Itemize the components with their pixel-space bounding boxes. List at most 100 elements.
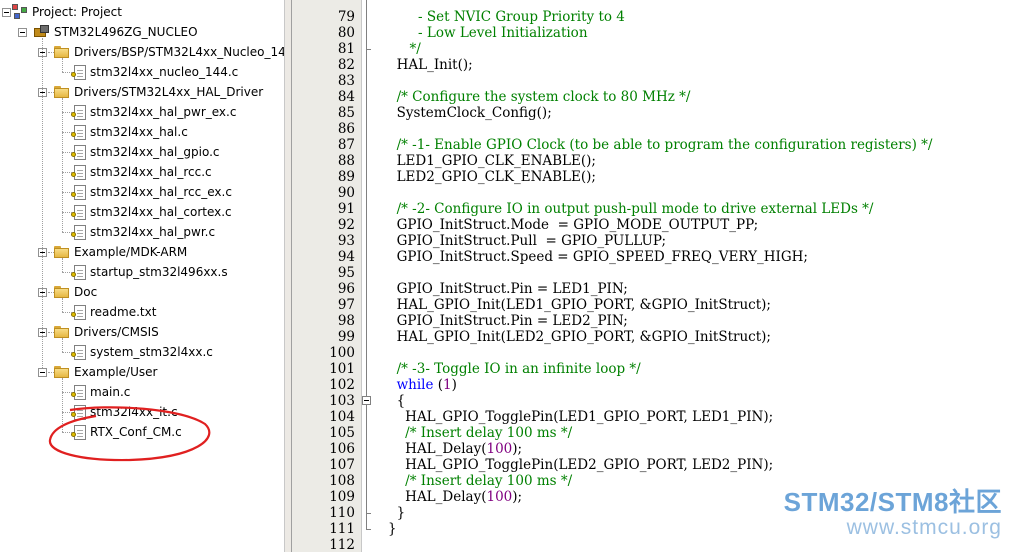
c-source-file-icon <box>71 164 86 180</box>
code-line[interactable]: { <box>388 393 406 409</box>
code-token: /* Configure the system clock to 80 MHz … <box>388 89 691 105</box>
line-number: 101 <box>329 361 355 377</box>
tree-file[interactable]: stm32l4xx_hal.c <box>71 122 188 142</box>
code-line[interactable]: HAL_GPIO_TogglePin(LED1_GPIO_PORT, LED1_… <box>388 409 773 425</box>
line-number: 82 <box>337 57 355 73</box>
code-line[interactable]: - Low Level Initialization <box>388 25 587 41</box>
c-source-file-icon <box>71 404 86 420</box>
tree-file[interactable]: stm32l4xx_hal_rcc_ex.c <box>71 182 232 202</box>
tree-guide-line <box>62 152 72 153</box>
project-tree-panel: Project: Project STM32L496ZG_NUCLEO Driver… <box>0 0 284 552</box>
fold-toggle-icon[interactable] <box>362 396 371 405</box>
tree-file[interactable]: main.c <box>71 382 130 402</box>
fold-end-mark <box>366 529 371 530</box>
collapse-toggle-icon[interactable] <box>18 28 27 37</box>
target-icon <box>34 25 50 39</box>
code-line[interactable]: HAL_GPIO_Init(LED1_GPIO_PORT, &GPIO_Init… <box>388 297 771 313</box>
tree-group[interactable]: Doc <box>54 282 97 302</box>
code-line[interactable]: while (1) <box>388 377 457 393</box>
code-line[interactable]: HAL_GPIO_TogglePin(LED2_GPIO_PORT, LED2_… <box>388 457 773 473</box>
code-line[interactable]: SystemClock_Config(); <box>388 105 552 121</box>
tree-guide-line <box>42 38 43 368</box>
code-line[interactable]: /* -3- Toggle IO in an infinite loop */ <box>388 361 641 377</box>
fold-line <box>366 405 367 513</box>
tree-target[interactable]: STM32L496ZG_NUCLEO <box>34 22 198 42</box>
code-line[interactable]: } <box>388 505 406 521</box>
tree-group[interactable]: Drivers/STM32L4xx_HAL_Driver <box>54 82 263 102</box>
tree-item-label: stm32l4xx_hal_rcc.c <box>90 165 212 179</box>
code-line[interactable]: GPIO_InitStruct.Speed = GPIO_SPEED_FREQ_… <box>388 249 808 265</box>
tree-item-label: stm32l4xx_hal_gpio.c <box>90 145 220 159</box>
tree-file[interactable]: stm32l4xx_hal_cortex.c <box>71 202 232 222</box>
line-number: 83 <box>337 73 355 89</box>
code-line[interactable]: HAL_Init(); <box>388 57 473 73</box>
tree-group[interactable]: Example/User <box>54 362 157 382</box>
collapse-toggle-icon[interactable] <box>2 8 11 17</box>
line-number: 97 <box>337 297 355 313</box>
code-line[interactable]: GPIO_InitStruct.Pull = GPIO_PULLUP; <box>388 233 666 249</box>
tree-group[interactable]: Drivers/BSP/STM32L4xx_Nucleo_144 <box>54 42 284 62</box>
line-number: 104 <box>329 409 355 425</box>
tree-guide-line <box>62 312 72 313</box>
line-number: 110 <box>329 505 355 521</box>
code-line[interactable]: GPIO_InitStruct.Pin = LED1_PIN; <box>388 281 628 297</box>
c-source-file-icon <box>71 144 86 160</box>
code-line[interactable]: HAL_Delay(100); <box>388 441 522 457</box>
tree-item-label: Example/MDK-ARM <box>74 245 188 259</box>
code-line[interactable]: GPIO_InitStruct.Mode = GPIO_MODE_OUTPUT_… <box>388 217 759 233</box>
tree-file[interactable]: system_stm32l4xx.c <box>71 342 213 362</box>
tree-guide-line <box>62 338 63 352</box>
tree-group[interactable]: Drivers/CMSIS <box>54 322 159 342</box>
collapse-toggle-icon[interactable] <box>38 368 47 377</box>
tree-group[interactable]: Example/MDK-ARM <box>54 242 187 262</box>
c-source-file-icon <box>71 124 86 140</box>
line-number: 80 <box>337 25 355 41</box>
fold-line <box>366 49 367 396</box>
code-line[interactable]: GPIO_InitStruct.Pin = LED2_PIN; <box>388 313 628 329</box>
tree-file[interactable]: stm32l4xx_hal_rcc.c <box>71 162 212 182</box>
tree-file[interactable]: stm32l4xx_hal_pwr_ex.c <box>71 102 237 122</box>
tree-guide-line <box>62 212 72 213</box>
line-number: 85 <box>337 105 355 121</box>
tree-file[interactable]: stm32l4xx_hal_gpio.c <box>71 142 220 162</box>
tree-item-label: system_stm32l4xx.c <box>90 345 213 359</box>
code-token: while <box>396 377 434 393</box>
line-number: 111 <box>329 521 355 537</box>
code-line[interactable]: /* Insert delay 100 ms */ <box>388 473 572 489</box>
code-line[interactable]: LED2_GPIO_CLK_ENABLE(); <box>388 169 596 185</box>
line-number: 107 <box>329 457 355 473</box>
panel-splitter[interactable] <box>284 0 292 552</box>
tree-guide-line <box>62 352 72 353</box>
tree-root-project[interactable]: Project: Project <box>12 2 122 22</box>
folder-icon <box>54 85 70 99</box>
code-line[interactable]: HAL_Delay(100); <box>388 489 522 505</box>
tree-item-label: startup_stm32l496xx.s <box>90 265 228 279</box>
code-line[interactable]: /* -1- Enable GPIO Clock (to be able to … <box>388 137 933 153</box>
tree-item-label: STM32L496ZG_NUCLEO <box>54 25 198 39</box>
tree-item-label: Doc <box>74 285 98 299</box>
line-number: 96 <box>337 281 355 297</box>
code-line[interactable]: LED1_GPIO_CLK_ENABLE(); <box>388 153 596 169</box>
code-line[interactable]: /* -2- Configure IO in output push-pull … <box>388 201 874 217</box>
tree-item-label: stm32l4xx_it.c <box>90 405 178 419</box>
code-line[interactable]: /* Configure the system clock to 80 MHz … <box>388 89 691 105</box>
code-line[interactable]: /* Insert delay 100 ms */ <box>388 425 572 441</box>
line-number: 86 <box>337 121 355 137</box>
code-token: */ <box>388 41 421 57</box>
code-line[interactable]: HAL_GPIO_Init(LED2_GPIO_PORT, &GPIO_Init… <box>388 329 771 345</box>
tree-item-label: stm32l4xx_hal_pwr_ex.c <box>90 105 237 119</box>
c-source-file-icon <box>71 264 86 280</box>
tree-file[interactable]: stm32l4xx_it.c <box>71 402 178 422</box>
code-line[interactable]: */ <box>388 41 421 57</box>
tree-guide-line <box>62 232 72 233</box>
tree-file[interactable]: stm32l4xx_nucleo_144.c <box>71 62 238 82</box>
code-line[interactable]: } <box>388 521 397 537</box>
code-editor[interactable]: 79 80 81 82 83 84 85 86 87 88 89 90 91 92 93 94 95 96 97 98… <box>292 0 1010 552</box>
tree-file[interactable]: RTX_Conf_CM.c <box>71 422 182 442</box>
tree-file[interactable]: readme.txt <box>71 302 156 322</box>
tree-file[interactable]: stm32l4xx_hal_pwr.c <box>71 222 215 242</box>
code-token: /* -3- Toggle IO in an infinite loop */ <box>388 361 641 377</box>
code-line[interactable]: - Set NVIC Group Priority to 4 <box>388 9 625 25</box>
folder-icon <box>54 285 70 299</box>
tree-file[interactable]: startup_stm32l496xx.s <box>71 262 228 282</box>
